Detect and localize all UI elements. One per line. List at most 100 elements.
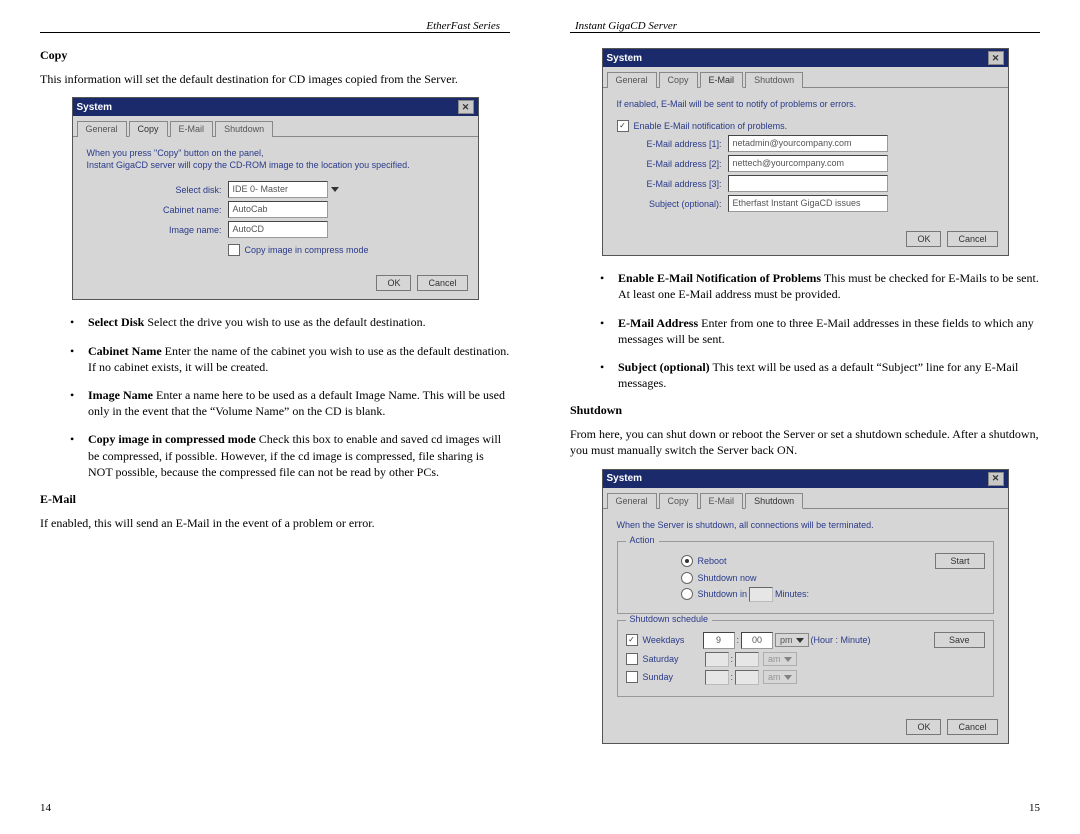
compress-label: Copy image in compress mode	[245, 245, 369, 255]
ok-button[interactable]: OK	[376, 275, 411, 291]
tab-email[interactable]: E-Mail	[170, 121, 214, 137]
dialog-body: When the Server is shutdown, all connect…	[603, 509, 1008, 713]
weekdays-checkbox[interactable]	[626, 634, 638, 646]
cancel-button[interactable]: Cancel	[417, 275, 467, 291]
tab-copy[interactable]: Copy	[129, 121, 168, 137]
tab-shutdown[interactable]: Shutdown	[745, 72, 803, 88]
tab-copy[interactable]: Copy	[659, 493, 698, 509]
sunday-label: Sunday	[643, 672, 703, 682]
email-hint: If enabled, E-Mail will be sent to notif…	[617, 98, 994, 110]
email-bullets: Enable E-Mail Notification of Problems T…	[570, 270, 1040, 391]
saturday-checkbox[interactable]	[626, 653, 638, 665]
system-email-dialog: System ✕ General Copy E-Mail Shutdown If…	[602, 48, 1009, 256]
enable-email-label: Enable E-Mail notification of problems.	[634, 121, 788, 131]
subject-label: Subject (optional):	[617, 199, 728, 209]
sun-ampm-dropdown[interactable]: am	[763, 670, 797, 684]
shutdown-in-radio[interactable]	[681, 588, 693, 600]
tabstrip: General Copy E-Mail Shutdown	[603, 488, 1008, 509]
close-icon[interactable]: ✕	[458, 100, 474, 114]
chevron-down-icon	[784, 657, 792, 662]
save-button[interactable]: Save	[934, 632, 985, 648]
shutdown-now-radio[interactable]	[681, 572, 693, 584]
sat-ampm-dropdown[interactable]: am	[763, 652, 797, 666]
dialog-body: If enabled, E-Mail will be sent to notif…	[603, 88, 1008, 225]
action-group: Action Reboot Start Shutdown now Shutd	[617, 541, 994, 614]
sat-min-input[interactable]	[735, 652, 759, 667]
bullet-image-name: Image Name Enter a name here to be used …	[70, 387, 510, 419]
email3-label: E-Mail address [3]:	[617, 179, 728, 189]
dialog-titlebar: System ✕	[603, 49, 1008, 67]
tab-email[interactable]: E-Mail	[700, 493, 744, 509]
copy-heading: Copy	[40, 48, 510, 63]
dialog-body: When you press "Copy" button on the pane…	[73, 137, 478, 269]
bullet-enable-email: Enable E-Mail Notification of Problems T…	[600, 270, 1040, 302]
hour-minute-label: (Hour : Minute)	[811, 635, 871, 645]
shutdown-hint: When the Server is shutdown, all connect…	[617, 519, 994, 531]
system-shutdown-dialog: System ✕ General Copy E-Mail Shutdown Wh…	[602, 469, 1009, 744]
sunday-checkbox[interactable]	[626, 671, 638, 683]
shutdown-minutes-input[interactable]	[749, 587, 773, 602]
reboot-radio[interactable]	[681, 555, 693, 567]
copy-hint: When you press "Copy" button on the pane…	[87, 147, 464, 171]
minute-input[interactable]: 00	[741, 632, 773, 649]
schedule-group-title: Shutdown schedule	[626, 614, 713, 624]
ampm-dropdown[interactable]: pm	[775, 633, 809, 647]
sun-hour-input[interactable]	[705, 670, 729, 685]
start-button[interactable]: Start	[935, 553, 984, 569]
saturday-label: Saturday	[643, 654, 703, 664]
bullet-cabinet-name: Cabinet Name Enter the name of the cabin…	[70, 343, 510, 375]
email3-input[interactable]	[728, 175, 888, 192]
email2-input[interactable]: nettech@yourcompany.com	[728, 155, 888, 172]
action-group-title: Action	[626, 535, 659, 545]
tabstrip: General Copy E-Mail Shutdown	[603, 67, 1008, 88]
tab-copy[interactable]: Copy	[659, 72, 698, 88]
copy-bullets: Select Disk Select the drive you wish to…	[40, 314, 510, 480]
cabinet-name-input[interactable]: AutoCab	[228, 201, 328, 218]
email-intro: If enabled, this will send an E-Mail in …	[40, 515, 510, 531]
close-icon[interactable]: ✕	[988, 51, 1004, 65]
tab-shutdown[interactable]: Shutdown	[215, 121, 273, 137]
chevron-down-icon	[796, 638, 804, 643]
email1-input[interactable]: netadmin@yourcompany.com	[728, 135, 888, 152]
tab-shutdown[interactable]: Shutdown	[745, 493, 803, 509]
compress-checkbox[interactable]	[228, 244, 240, 256]
tabstrip: General Copy E-Mail Shutdown	[73, 116, 478, 137]
select-disk-label: Select disk:	[117, 185, 228, 195]
copy-intro: This information will set the default de…	[40, 71, 510, 87]
tab-general[interactable]: General	[607, 72, 657, 88]
bullet-subject: Subject (optional) This text will be use…	[600, 359, 1040, 391]
chevron-down-icon[interactable]	[331, 187, 339, 192]
enable-email-checkbox[interactable]	[617, 120, 629, 132]
ok-button[interactable]: OK	[906, 719, 941, 735]
close-icon[interactable]: ✕	[988, 472, 1004, 486]
bullet-email-address: E-Mail Address Enter from one to three E…	[600, 315, 1040, 347]
weekdays-label: Weekdays	[643, 635, 703, 645]
left-header: EtherFast Series	[40, 20, 510, 33]
tab-general[interactable]: General	[77, 121, 127, 137]
hour-input[interactable]: 9	[703, 632, 735, 649]
email1-label: E-Mail address [1]:	[617, 139, 728, 149]
bullet-select-disk: Select Disk Select the drive you wish to…	[70, 314, 510, 330]
subject-input[interactable]: Etherfast Instant GigaCD issues	[728, 195, 888, 212]
schedule-group: Shutdown schedule Weekdays 9 : 00 pm (Ho…	[617, 620, 994, 697]
select-disk-dropdown[interactable]: IDE 0- Master	[228, 181, 328, 198]
cancel-button[interactable]: Cancel	[947, 231, 997, 247]
reboot-label: Reboot	[698, 556, 727, 566]
chevron-down-icon	[784, 675, 792, 680]
tab-email[interactable]: E-Mail	[700, 72, 744, 88]
dialog-titlebar: System ✕	[603, 470, 1008, 488]
sun-min-input[interactable]	[735, 670, 759, 685]
dialog-title: System	[77, 102, 113, 113]
ok-button[interactable]: OK	[906, 231, 941, 247]
shutdown-heading: Shutdown	[570, 403, 1040, 418]
sat-hour-input[interactable]	[705, 652, 729, 667]
cancel-button[interactable]: Cancel	[947, 719, 997, 735]
shutdown-intro: From here, you can shut down or reboot t…	[570, 426, 1040, 458]
tab-general[interactable]: General	[607, 493, 657, 509]
shutdown-in-label: Shutdown in	[698, 589, 748, 599]
page-number: 14	[40, 802, 51, 814]
cabinet-name-label: Cabinet name:	[117, 205, 228, 215]
image-name-input[interactable]: AutoCD	[228, 221, 328, 238]
system-copy-dialog: System ✕ General Copy E-Mail Shutdown Wh…	[72, 97, 479, 300]
dialog-titlebar: System ✕	[73, 98, 478, 116]
